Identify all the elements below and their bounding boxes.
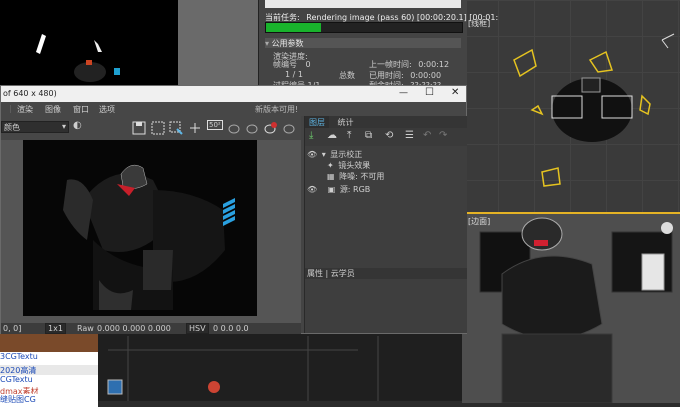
layer-clone-icon[interactable]: ⧉: [365, 130, 372, 141]
list-icon[interactable]: ☰: [405, 130, 414, 141]
last-frame-time-label: 上一帧时间:: [369, 60, 412, 69]
elapsed-value: 0:00:00: [410, 71, 442, 80]
layer-item-source-rgb[interactable]: 👁 ▣ 源: RGB: [307, 184, 370, 194]
menu-separator: |: [9, 104, 12, 113]
menu-item-options[interactable]: 选项: [99, 104, 115, 115]
layer-load-icon[interactable]: ⤒: [347, 130, 351, 141]
collapse-icon[interactable]: ▾: [265, 39, 269, 48]
eye-icon[interactable]: 👁: [307, 150, 317, 159]
menu-item-window[interactable]: 窗口: [73, 104, 89, 115]
layer-label: 降噪: 不可用: [339, 172, 385, 181]
region-select-icon[interactable]: [169, 121, 183, 135]
color-space-select[interactable]: HSV: [186, 323, 209, 334]
properties-tabs[interactable]: 属性 | 云学员: [307, 269, 355, 278]
layer-save-icon[interactable]: ☁: [327, 130, 337, 141]
raw-values: 0.000 0.000 0.000: [97, 324, 171, 333]
close-icon[interactable]: ✕: [451, 87, 459, 98]
pixel-coordinates: 0, 0]: [3, 324, 22, 333]
viewport-wireframe[interactable]: [线框]: [462, 0, 680, 212]
layers-panel: 图层 统计 ⤓ ☁ ⤒ ⧉ ⟲ ☰ ↶ ↷ 👁 ▾ 显示校正 ✦ 镜头效果 ▦ …: [304, 116, 467, 333]
wireframe-model-graphic: [513, 33, 675, 187]
hsv-values: 0 0.0 0.0: [213, 324, 249, 333]
layer-item-lens-effects[interactable]: ✦ 镜头效果: [327, 160, 370, 170]
thumbnail-link[interactable]: 3CGTextu: [0, 352, 98, 365]
layer-reset-icon[interactable]: ⟲: [385, 130, 393, 141]
window-title: of 640 x 480): [3, 89, 57, 98]
layer-icon: ▦: [327, 172, 335, 181]
layer-item-display-correction[interactable]: 👁 ▾ 显示校正: [307, 149, 362, 159]
layer-item-denoise[interactable]: ▦ 降噪: 不可用: [327, 171, 384, 181]
undo-icon[interactable]: ↶: [423, 130, 431, 141]
channel-select-value: 颜色: [4, 123, 20, 132]
channel-select[interactable]: 颜色 ▾: [1, 121, 69, 133]
menu-item-render[interactable]: 渲染: [17, 104, 33, 115]
teapot-stop-icon[interactable]: [263, 121, 277, 135]
properties-header[interactable]: 属性 | 云学员: [305, 268, 467, 279]
frame-buffer-titlebar[interactable]: of 640 x 480) — ☐ ✕: [1, 86, 466, 102]
layer-icon: ✦: [327, 161, 334, 170]
teapot-icon-2[interactable]: [282, 121, 296, 135]
teapot-icon[interactable]: [227, 121, 241, 135]
zoom-select[interactable]: 1x1: [45, 323, 66, 334]
update-notice-link[interactable]: 新版本可用!: [255, 104, 298, 115]
minimize-icon[interactable]: —: [399, 88, 408, 98]
layers-tabbar: 图层 统计: [305, 116, 467, 129]
menu-bar: | 渲染 图像 窗口 选项 新版本可用!: [1, 102, 466, 116]
viewport-grey[interactable]: [178, 0, 258, 90]
elapsed-label: 已用时间:: [369, 71, 404, 80]
layer-icon: ▣: [327, 185, 336, 194]
raw-label: Raw: [77, 324, 94, 333]
current-task-value: Rendering image (pass 60) [00:00:20.1] […: [306, 13, 499, 22]
common-params-header[interactable]: ▾ 公用参数: [265, 38, 461, 48]
viewport-bottom[interactable]: [98, 330, 462, 401]
current-task-label: 当前任务:: [265, 13, 300, 22]
frame-number-value: 0: [305, 60, 311, 69]
render-preview-graphic: [36, 34, 120, 82]
chevron-down-icon: ▾: [61, 122, 66, 131]
teapot-render-icon[interactable]: [245, 121, 259, 135]
redo-icon[interactable]: ↷: [439, 130, 447, 141]
frame-buffer-toolbar: 颜色 ▾ ◐ 50²: [1, 116, 301, 140]
maximize-icon[interactable]: ☐: [425, 87, 434, 98]
viewport-shaded-active[interactable]: [边面]: [462, 212, 680, 403]
layer-label: 显示校正: [330, 150, 363, 159]
info-text-box: [265, 0, 461, 8]
viewport-perspective-small[interactable]: [0, 0, 178, 90]
rendered-image[interactable]: [23, 140, 257, 316]
total-label: 总数: [339, 71, 355, 80]
menu-item-image[interactable]: 图像: [45, 104, 61, 115]
region-icon[interactable]: [151, 121, 165, 135]
frame-buffer-window: of 640 x 480) — ☐ ✕ | 渲染 图像 窗口 选项 新版本可用!…: [0, 85, 467, 334]
color-wheel-icon[interactable]: ◐: [73, 120, 82, 131]
render-progress-bar: [265, 22, 463, 33]
chevron-down-icon[interactable]: ▾: [322, 150, 326, 159]
frame-number-label: 帧编号: [273, 60, 297, 69]
frame-buffer-statusbar: 0, 0] 1x1 Raw 0.000 0.000 0.000 HSV 0 0.…: [1, 323, 301, 334]
frames-value: 1 / 1: [285, 70, 303, 79]
save-icon[interactable]: [132, 121, 146, 135]
denoise-badge[interactable]: 50²: [207, 120, 223, 130]
layer-label: 镜头效果: [338, 161, 371, 170]
last-frame-time-value: 0:00:12: [418, 60, 450, 69]
render-progress-dialog: 当前任务: Rendering image (pass 60) [00:00:2…: [258, 0, 498, 90]
robot-render-graphic: [63, 164, 235, 310]
render-arrows-icon[interactable]: [188, 121, 202, 135]
robot-shaded-graphic: [479, 217, 673, 403]
section-title: 公用参数: [271, 39, 304, 48]
thumbnail-list[interactable]: 3CGTextu 2020高清 CGTextu dmax素材 缝贴图CG: [0, 330, 98, 407]
render-progress-fill: [266, 23, 321, 32]
render-canvas-area[interactable]: [1, 140, 301, 323]
layers-toolbar: ⤓ ☁ ⤒ ⧉ ⟲ ☰ ↶ ↷: [305, 128, 467, 146]
layer-label: 源: RGB: [339, 185, 371, 194]
eye-icon[interactable]: 👁: [307, 185, 317, 194]
bottom-viewport-graphic: [107, 336, 379, 401]
add-layer-icon[interactable]: ⤓: [309, 130, 313, 141]
